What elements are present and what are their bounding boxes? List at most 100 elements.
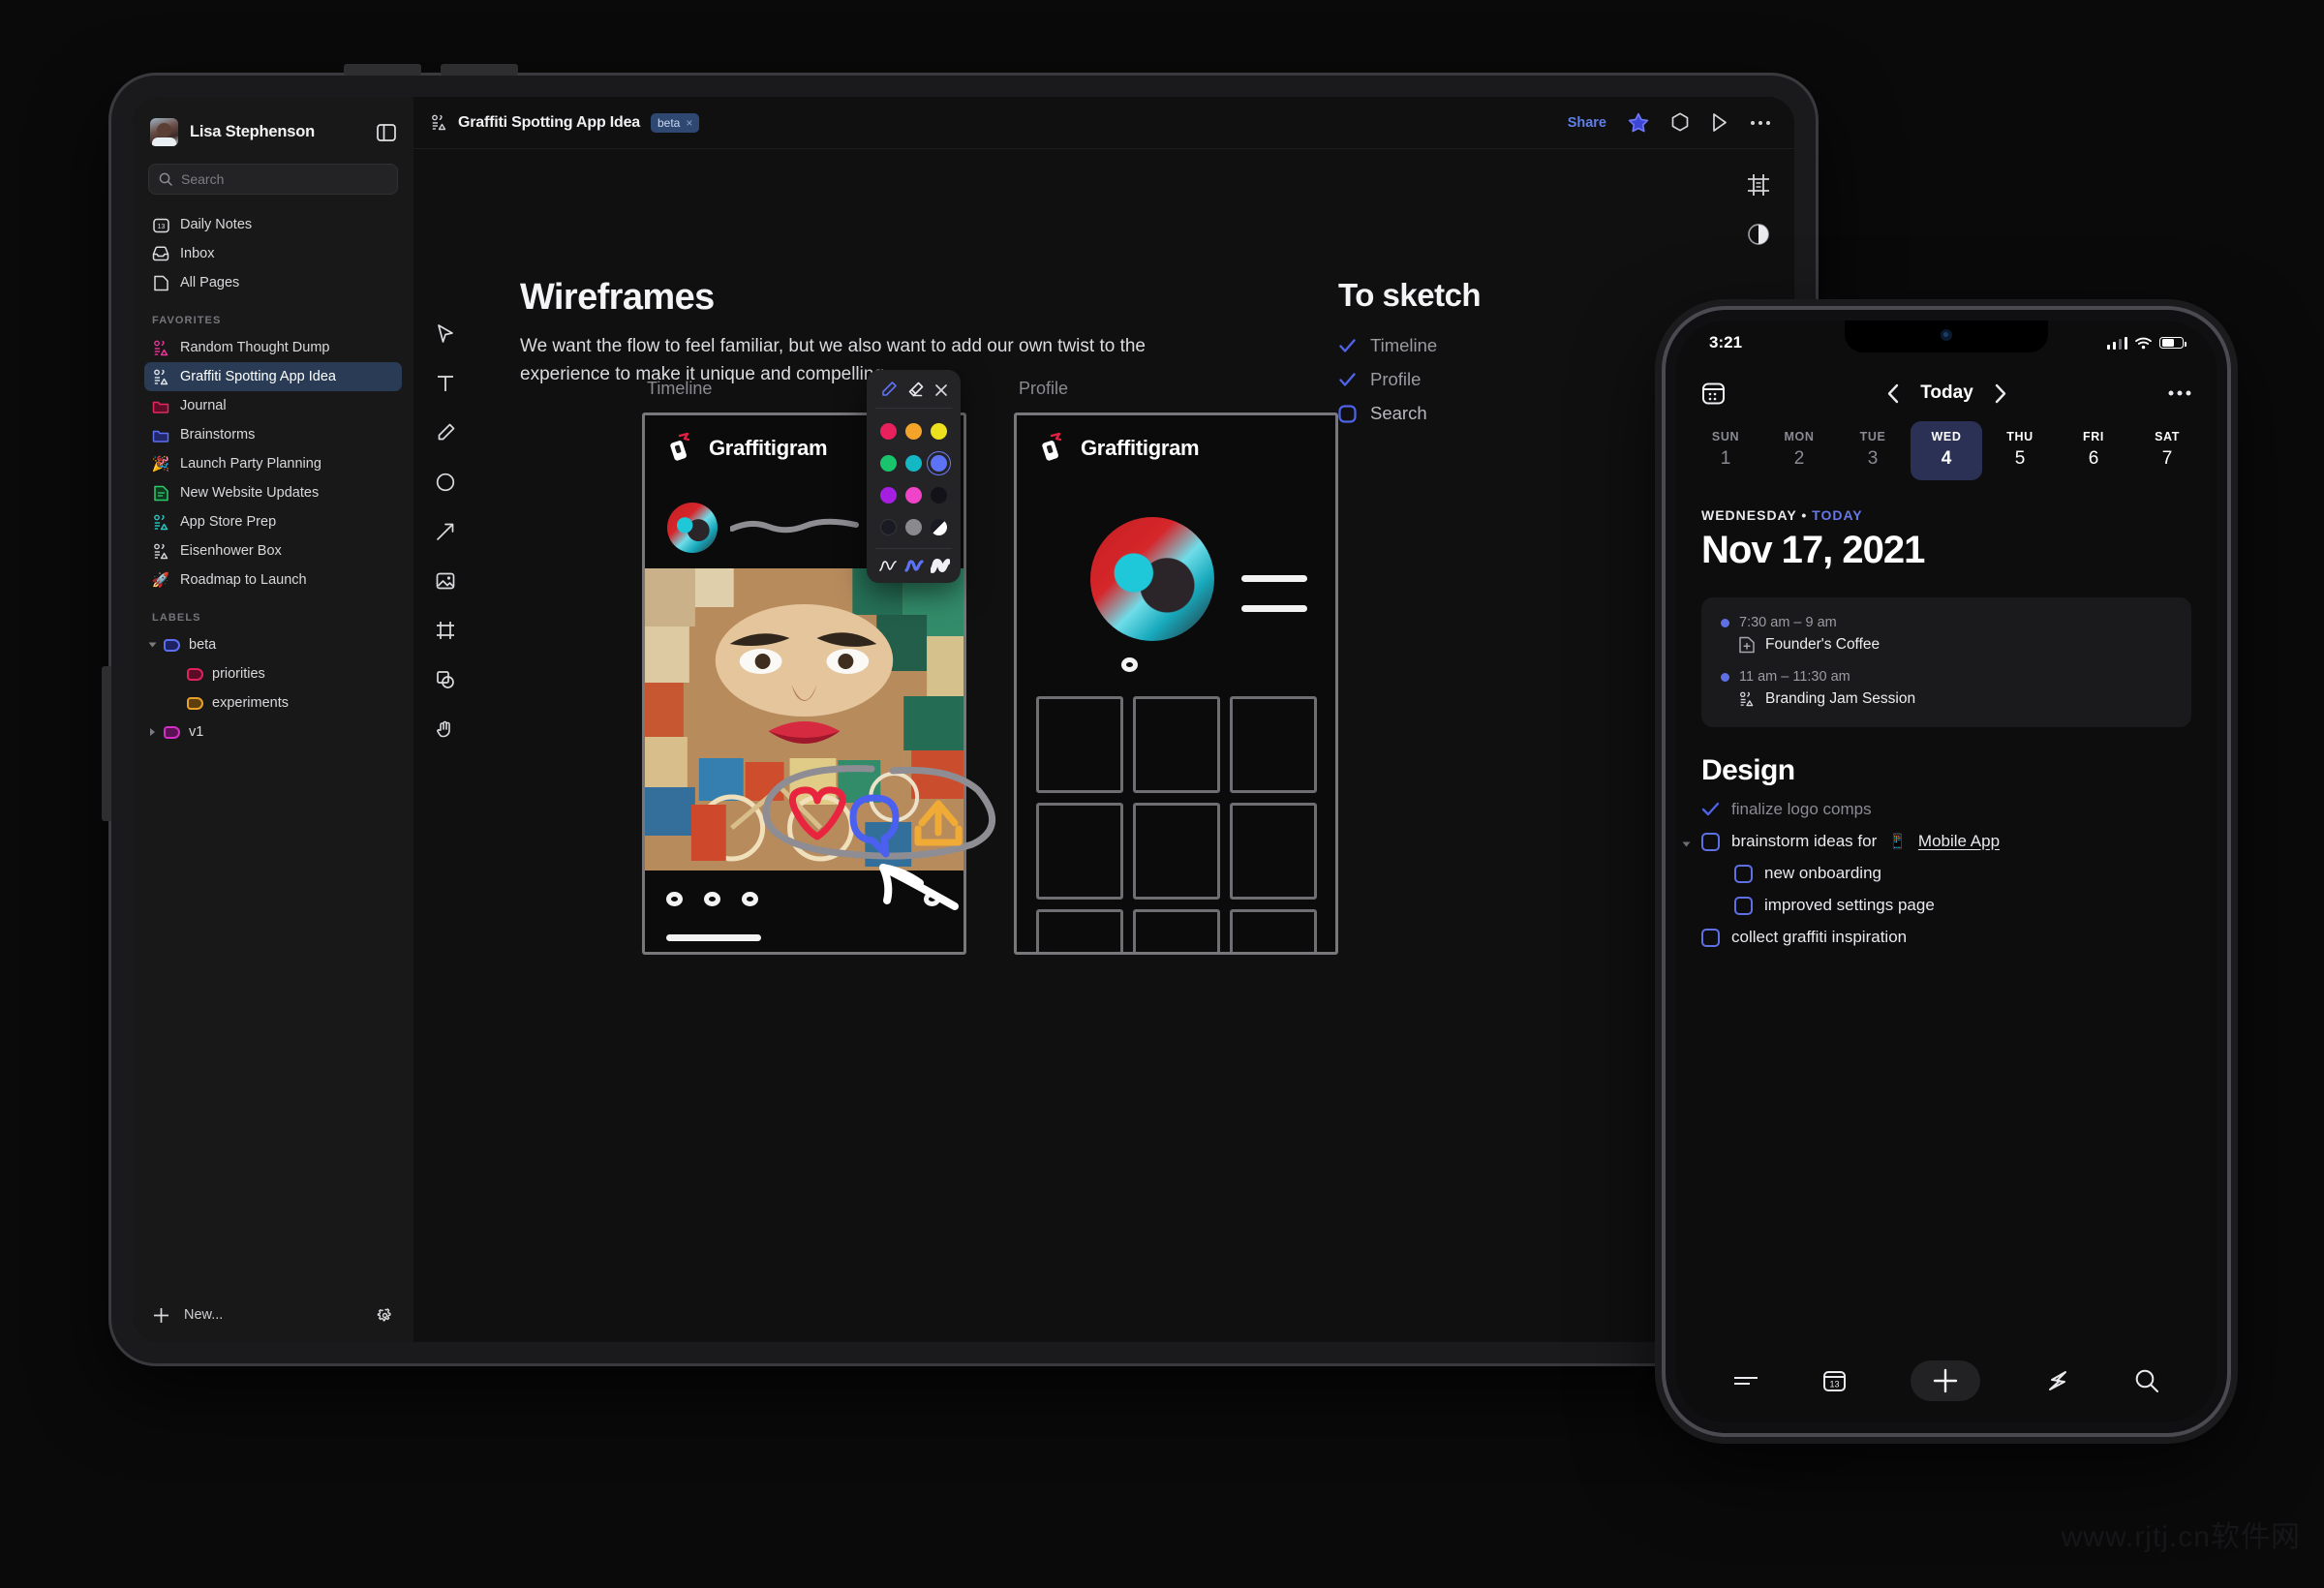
close-icon[interactable]: × xyxy=(686,116,692,130)
label-item-v1[interactable]: v1 xyxy=(144,718,402,747)
more-icon[interactable] xyxy=(2168,390,2191,396)
frame-icon[interactable] xyxy=(435,620,456,641)
label-item-beta[interactable]: beta xyxy=(144,630,402,659)
sidebar-item-roadmap-to-launch[interactable]: 🚀 Roadmap to Launch xyxy=(144,565,402,595)
sidebar-item-graffiti-spotting-app-idea[interactable]: Graffiti Spotting App Idea xyxy=(144,362,402,391)
ellipse-icon[interactable] xyxy=(435,472,456,493)
list-item[interactable]: Profile xyxy=(1338,369,1437,390)
cursor-icon[interactable] xyxy=(435,323,456,345)
sidebar-item-new-website-updates[interactable]: New Website Updates xyxy=(144,478,402,507)
text-icon[interactable] xyxy=(435,373,456,394)
hand-icon[interactable] xyxy=(435,718,456,740)
sidebar-item-brainstorms[interactable]: Brainstorms xyxy=(144,420,402,449)
pencil-icon[interactable] xyxy=(435,422,456,443)
eraser-icon[interactable] xyxy=(906,381,925,399)
day-cell-thu[interactable]: THU 5 xyxy=(1984,421,2056,480)
day-cell-sat[interactable]: SAT 7 xyxy=(2131,421,2203,480)
share-button[interactable]: Share xyxy=(1568,115,1606,131)
canvas[interactable]: Wireframes We want the flow to feel fami… xyxy=(413,149,1794,1342)
todo-item[interactable]: finalize logo comps xyxy=(1701,800,2191,819)
gear-icon[interactable] xyxy=(376,1306,394,1325)
volume-button-up[interactable] xyxy=(344,64,421,76)
mini-calendar-icon[interactable] xyxy=(1701,382,1726,406)
chevron-down-icon[interactable] xyxy=(1682,841,1691,847)
sidebar-item-eisenhower-box[interactable]: Eisenhower Box xyxy=(144,536,402,565)
list-icon[interactable] xyxy=(1733,1374,1758,1388)
checkbox-icon[interactable] xyxy=(1701,832,1720,851)
checkbox-icon[interactable] xyxy=(1338,404,1357,423)
checkbox-icon[interactable] xyxy=(1734,896,1753,915)
color-swatch-gray[interactable] xyxy=(902,515,926,539)
chevron-down-icon[interactable] xyxy=(148,642,157,648)
hexagon-icon[interactable] xyxy=(1670,111,1690,134)
sidebar-item-launch-party-planning[interactable]: 🎉 Launch Party Planning xyxy=(144,449,402,478)
sidebar-item-random-thought-dump[interactable]: Random Thought Dump xyxy=(144,333,402,362)
wireframe-card-profile[interactable]: Graffitigram xyxy=(1014,412,1338,955)
sidebar-item-inbox[interactable]: Inbox xyxy=(144,239,402,268)
play-icon[interactable] xyxy=(1711,112,1728,133)
medium-stroke-icon[interactable] xyxy=(903,558,924,573)
day-cell-wed[interactable]: WED 4 xyxy=(1911,421,1982,480)
color-swatch-teal[interactable] xyxy=(902,451,926,475)
color-swatch-green[interactable] xyxy=(876,451,901,475)
check-icon[interactable] xyxy=(1338,337,1357,355)
todo-item[interactable]: collect graffiti inspiration xyxy=(1701,928,2191,947)
color-swatch-pink[interactable] xyxy=(902,483,926,507)
thick-stroke-icon[interactable] xyxy=(930,558,950,573)
thin-stroke-icon[interactable] xyxy=(878,558,898,573)
color-swatch-blue[interactable] xyxy=(926,451,951,475)
checkbox-icon[interactable] xyxy=(1701,928,1720,947)
image-icon[interactable] xyxy=(435,570,456,592)
today-label[interactable]: Today xyxy=(1920,382,1973,404)
chevron-left-icon[interactable] xyxy=(1886,383,1899,404)
todo-item[interactable]: brainstorm ideas for 📱 Mobile App xyxy=(1682,832,2191,851)
search-icon[interactable] xyxy=(2134,1368,2159,1393)
calendar-13-icon[interactable]: 13 xyxy=(1822,1369,1847,1393)
status-badge[interactable]: beta × xyxy=(650,112,700,133)
search-input[interactable]: Search xyxy=(148,164,398,195)
plus-icon[interactable] xyxy=(152,1306,170,1325)
check-icon[interactable] xyxy=(1338,371,1357,389)
sidebar-item-journal[interactable]: Journal xyxy=(144,391,402,420)
chevron-right-icon[interactable] xyxy=(1995,383,2007,404)
outline-doc-icon[interactable] xyxy=(1739,691,1755,707)
list-item[interactable]: Search xyxy=(1338,403,1437,424)
day-cell-sun[interactable]: SUN 1 xyxy=(1690,421,1761,480)
frame-grid-icon[interactable] xyxy=(1746,172,1771,198)
event-item[interactable]: 7:30 am – 9 am Founder's Coffee xyxy=(1721,615,2172,654)
more-icon[interactable] xyxy=(1750,120,1771,126)
label-item-priorities[interactable]: priorities xyxy=(144,659,402,688)
add-page-icon[interactable] xyxy=(1739,636,1755,654)
shapes-icon[interactable] xyxy=(435,669,456,690)
day-cell-mon[interactable]: MON 2 xyxy=(1763,421,1835,480)
pencil-icon[interactable] xyxy=(879,381,898,399)
color-swatch-dark[interactable] xyxy=(876,515,901,539)
checkbox-icon[interactable] xyxy=(1734,864,1753,883)
color-swatch-yellow[interactable] xyxy=(927,419,951,443)
list-item[interactable]: Timeline xyxy=(1338,335,1437,356)
color-swatch-white[interactable] xyxy=(927,515,951,539)
todo-item[interactable]: improved settings page xyxy=(1734,896,2191,915)
color-swatch-crimson[interactable] xyxy=(876,419,901,443)
add-button[interactable] xyxy=(1911,1360,1981,1401)
day-cell-tue[interactable]: TUE 3 xyxy=(1837,421,1909,480)
panel-toggle-icon[interactable] xyxy=(377,123,396,141)
color-swatch-black[interactable] xyxy=(927,483,951,507)
new-button-label[interactable]: New... xyxy=(184,1307,223,1323)
color-swatch-purple[interactable] xyxy=(876,483,901,507)
chevron-right-icon[interactable] xyxy=(150,728,155,736)
check-icon[interactable] xyxy=(1701,802,1720,817)
close-icon[interactable] xyxy=(934,383,948,397)
star-icon[interactable] xyxy=(1628,112,1649,133)
label-item-experiments[interactable]: experiments xyxy=(144,688,402,718)
event-item[interactable]: 11 am – 11:30 am Branding Jam Session xyxy=(1721,669,2172,708)
day-cell-fri[interactable]: FRI 6 xyxy=(2058,421,2129,480)
theme-contrast-icon[interactable] xyxy=(1747,223,1770,246)
arrow-icon[interactable] xyxy=(435,521,456,542)
todo-link[interactable]: Mobile App xyxy=(1918,832,2000,851)
power-button[interactable] xyxy=(102,666,111,821)
color-swatch-orange[interactable] xyxy=(902,419,926,443)
bolt-icon[interactable] xyxy=(2045,1368,2070,1393)
volume-button-down[interactable] xyxy=(441,64,518,76)
avatar[interactable] xyxy=(150,118,178,146)
